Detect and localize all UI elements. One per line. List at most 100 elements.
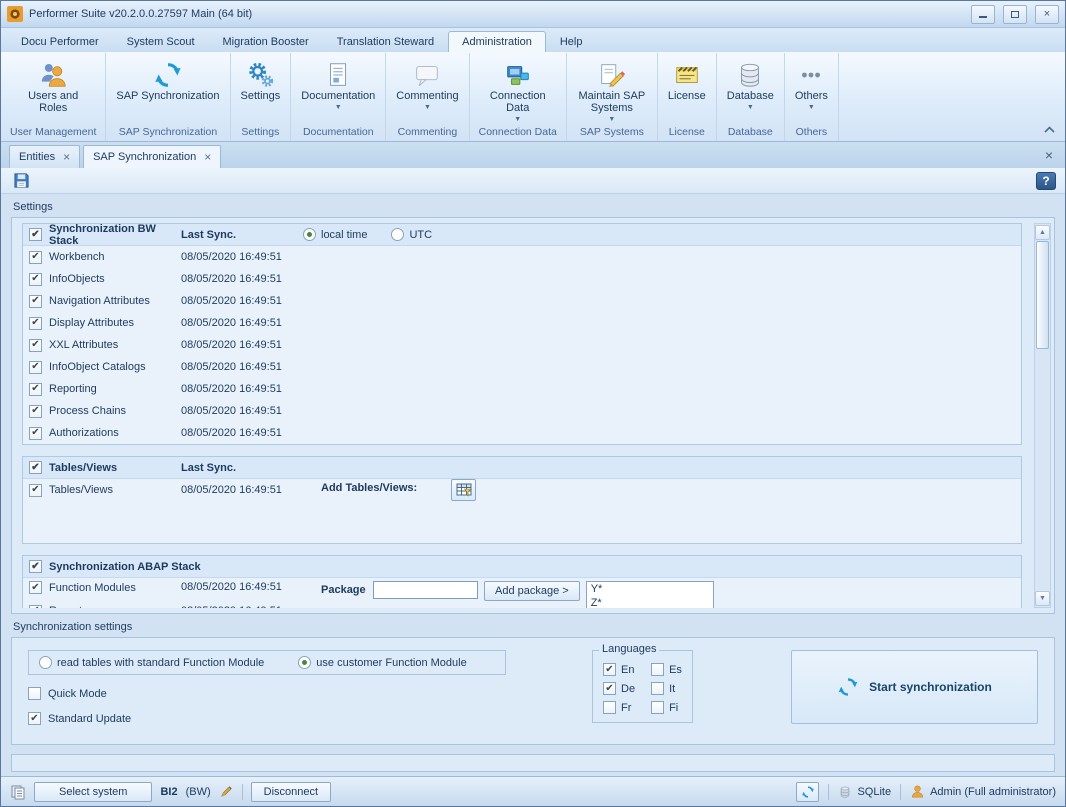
section-title[interactable]: Synchronization BW Stack	[49, 223, 181, 247]
menu-tab-system-scout[interactable]: System Scout	[113, 31, 209, 52]
row-label[interactable]: Authorizations	[49, 427, 119, 439]
language-checkbox-it[interactable]	[651, 682, 664, 695]
menu-tab-administration[interactable]: Administration	[448, 31, 546, 52]
refresh-button[interactable]	[796, 782, 819, 802]
row-label[interactable]: Process Chains	[49, 405, 126, 417]
language-checkbox-fi[interactable]	[651, 701, 664, 714]
row-checkbox[interactable]	[29, 427, 42, 440]
close-tab-icon[interactable]: ×	[204, 152, 211, 162]
language-checkbox-es[interactable]	[651, 663, 664, 676]
standard-function-module-radio[interactable]	[39, 656, 52, 669]
database-status[interactable]: SQLite	[838, 785, 891, 799]
quick-mode-checkbox[interactable]	[28, 687, 41, 700]
tables-views-checkbox[interactable]	[29, 461, 42, 474]
notes-icon[interactable]	[10, 784, 26, 800]
language-checkbox-de[interactable]	[603, 682, 616, 695]
quick-mode-label[interactable]: Quick Mode	[48, 688, 107, 700]
row-checkbox[interactable]	[29, 484, 42, 497]
row-checkbox[interactable]	[29, 361, 42, 374]
language-checkbox-fr[interactable]	[603, 701, 616, 714]
disconnect-button[interactable]: Disconnect	[251, 782, 331, 802]
section-title[interactable]: Tables/Views	[49, 462, 117, 474]
utc-radio[interactable]	[391, 228, 404, 241]
ribbon-group-caption: Commenting	[388, 125, 466, 140]
row-label[interactable]: Tables/Views	[49, 484, 113, 496]
row-label[interactable]: Workbench	[49, 251, 104, 263]
close-tab-icon[interactable]: ×	[63, 152, 70, 162]
menu-tab-translation-steward[interactable]: Translation Steward	[323, 31, 448, 52]
minimize-button[interactable]	[971, 5, 995, 24]
collapse-ribbon-button[interactable]	[1044, 124, 1055, 136]
close-button[interactable]: ×	[1035, 5, 1059, 24]
save-button[interactable]	[10, 170, 32, 191]
add-tables-views-button[interactable]	[451, 479, 476, 501]
database-button[interactable]: Database ▼	[719, 55, 782, 125]
scrollbar-thumb[interactable]	[1036, 241, 1049, 349]
edit-system-icon[interactable]	[219, 784, 234, 799]
language-label[interactable]: Es	[669, 664, 682, 676]
row-label[interactable]: InfoObject Catalogs	[49, 361, 146, 373]
row-label[interactable]: Reports	[49, 605, 88, 608]
row-checkbox[interactable]	[29, 339, 42, 352]
standard-function-module-label[interactable]: read tables with standard Function Modul…	[57, 657, 264, 669]
section-title[interactable]: Synchronization ABAP Stack	[49, 561, 201, 573]
package-list[interactable]: Y* Z*	[586, 581, 714, 608]
row-label[interactable]: Function Modules	[49, 582, 136, 594]
row-checkbox[interactable]	[29, 581, 42, 594]
others-button[interactable]: Others ▼	[787, 55, 836, 125]
row-checkbox[interactable]	[29, 383, 42, 396]
package-input[interactable]	[373, 581, 478, 599]
commenting-button[interactable]: Commenting ▼	[388, 55, 466, 125]
standard-update-checkbox[interactable]	[28, 712, 41, 725]
row-label[interactable]: Navigation Attributes	[49, 295, 150, 307]
row-checkbox[interactable]	[29, 251, 42, 264]
customer-function-module-radio[interactable]	[298, 656, 311, 669]
menu-tab-migration-booster[interactable]: Migration Booster	[209, 31, 323, 52]
sap-synchronization-button[interactable]: SAP Synchronization	[108, 55, 227, 125]
help-button[interactable]: ?	[1036, 172, 1056, 190]
language-label[interactable]: En	[621, 664, 634, 676]
tab-entities[interactable]: Entities ×	[9, 145, 80, 168]
user-status[interactable]: Admin (Full administrator)	[910, 784, 1056, 799]
select-system-button[interactable]: Select system	[34, 782, 152, 802]
tab-sap-synchronization[interactable]: SAP Synchronization ×	[83, 145, 221, 168]
row-label[interactable]: XXL Attributes	[49, 339, 118, 351]
row-checkbox[interactable]	[29, 605, 42, 609]
close-document-button[interactable]: ×	[1041, 147, 1057, 167]
customer-function-module-label[interactable]: use customer Function Module	[316, 657, 466, 669]
scroll-down-button[interactable]: ▼	[1035, 591, 1050, 606]
abap-stack-checkbox[interactable]	[29, 560, 42, 573]
list-item[interactable]: Y*	[587, 582, 713, 596]
license-button[interactable]: License	[660, 55, 714, 125]
row-label[interactable]: Display Attributes	[49, 317, 134, 329]
row-checkbox[interactable]	[29, 405, 42, 418]
settings-button[interactable]: Settings	[233, 55, 289, 125]
row-label[interactable]: Reporting	[49, 383, 97, 395]
maintain-sap-systems-button[interactable]: Maintain SAP Systems ▼	[569, 55, 655, 125]
maximize-button[interactable]	[1003, 5, 1027, 24]
standard-update-label[interactable]: Standard Update	[48, 713, 131, 725]
documentation-button[interactable]: Documentation ▼	[293, 55, 383, 125]
start-synchronization-button[interactable]: Start synchronization	[791, 650, 1038, 724]
menu-tab-help[interactable]: Help	[546, 31, 597, 52]
language-label[interactable]: De	[621, 683, 635, 695]
utc-label[interactable]: UTC	[409, 229, 432, 241]
connection-data-button[interactable]: Connection Data ▼	[480, 55, 556, 125]
local-time-radio[interactable]	[303, 228, 316, 241]
language-label[interactable]: It	[669, 683, 675, 695]
row-checkbox[interactable]	[29, 273, 42, 286]
row-checkbox[interactable]	[29, 295, 42, 308]
row-label[interactable]: InfoObjects	[49, 273, 105, 285]
users-and-roles-button[interactable]: Users and Roles	[17, 55, 89, 125]
row-checkbox[interactable]	[29, 317, 42, 330]
language-label[interactable]: Fr	[621, 702, 631, 714]
local-time-label[interactable]: local time	[321, 229, 367, 241]
bw-stack-checkbox[interactable]	[29, 228, 42, 241]
language-label[interactable]: Fi	[669, 702, 678, 714]
menu-tab-docu-performer[interactable]: Docu Performer	[7, 31, 113, 52]
scroll-up-button[interactable]: ▲	[1035, 225, 1050, 240]
list-item[interactable]: Z*	[587, 596, 713, 608]
language-checkbox-en[interactable]	[603, 663, 616, 676]
vertical-scrollbar[interactable]: ▲ ▼	[1034, 223, 1051, 608]
add-package-button[interactable]: Add package >	[484, 581, 580, 601]
